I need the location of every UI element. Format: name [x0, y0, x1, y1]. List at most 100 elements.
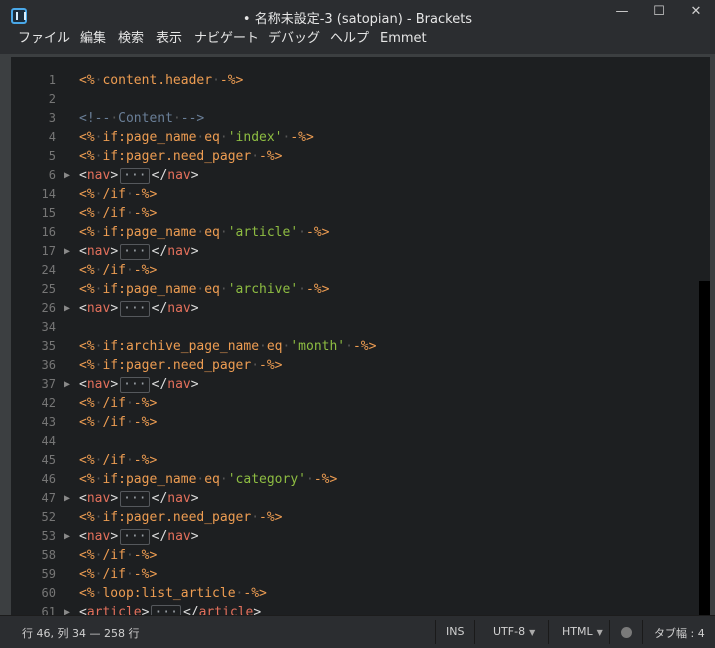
code-line[interactable]: 26 ▶ <nav> ··· </nav> — [11, 299, 699, 318]
menu-help[interactable]: ヘルプ — [330, 30, 369, 54]
minimize-button[interactable]: — — [604, 0, 640, 24]
code-editor[interactable]: 1 <%·content.header·-%> 2 3 <!--·Content·-->… — [11, 57, 710, 615]
line-code: <%·/if·-%> — [79, 413, 157, 432]
code-line[interactable]: 3 <!--·Content·--> — [11, 109, 699, 128]
line-code: <%·/if·-%> — [79, 451, 157, 470]
folded-code-marker[interactable]: ··· — [120, 528, 150, 545]
folded-code-marker[interactable]: ··· — [120, 300, 150, 317]
line-code: <%·/if·-%> — [79, 204, 157, 223]
linting-status-icon[interactable] — [621, 627, 632, 638]
fold-toggle-icon[interactable]: ▶ — [62, 375, 72, 394]
fold-toggle-icon[interactable]: ▶ — [62, 527, 72, 546]
menu-view[interactable]: 表示 — [156, 30, 182, 54]
code-line[interactable]: 4 <%·if:page_name·eq·'index'·-%> — [11, 128, 699, 147]
code-line[interactable]: 17 ▶ <nav> ··· </nav> — [11, 242, 699, 261]
code-line[interactable]: 52 <%·if:pager.need_pager·-%> — [11, 508, 699, 527]
code-line[interactable]: 2 — [11, 90, 699, 109]
insert-mode-toggle[interactable]: INS — [446, 625, 464, 638]
code-token: nav — [86, 529, 111, 544]
code-line[interactable]: 60 <%·loop:list_article·-%> — [11, 584, 699, 603]
chevron-down-icon: ▼ — [529, 628, 536, 637]
close-button[interactable]: ✕ — [678, 0, 714, 24]
code-token: -%> — [306, 282, 330, 297]
folded-code-marker[interactable]: ··· — [120, 167, 150, 184]
fold-toggle-icon[interactable]: ▶ — [62, 603, 72, 615]
line-number: 61 — [41, 605, 56, 615]
code-token: · — [125, 263, 134, 278]
code-token: -%> — [133, 206, 158, 221]
code-token: · — [219, 225, 228, 240]
code-token: > — [190, 168, 199, 183]
line-code: <nav> ··· </nav> — [79, 375, 199, 394]
code-token: /if — [102, 453, 126, 468]
menu-emmet[interactable]: Emmet — [380, 30, 427, 54]
code-line[interactable]: 14 <%·/if·-%> — [11, 185, 699, 204]
code-line[interactable]: 44 — [11, 432, 699, 451]
code-token: nav — [86, 244, 111, 259]
code-token: <% — [79, 187, 95, 202]
menu-file[interactable]: ファイル — [18, 30, 70, 54]
folded-code-marker[interactable]: ··· — [120, 376, 150, 393]
code-token: < — [79, 244, 87, 259]
menu-find[interactable]: 検索 — [118, 30, 144, 54]
fold-toggle-icon[interactable]: ▶ — [62, 166, 72, 185]
menu-edit[interactable]: 編集 — [80, 30, 106, 54]
code-token: > — [190, 377, 199, 392]
code-token: · — [251, 510, 260, 525]
line-number: 24 — [41, 263, 56, 277]
line-number: 6 — [48, 168, 56, 182]
code-token: eq — [204, 130, 220, 145]
code-token: · — [298, 225, 306, 240]
code-line[interactable]: 46 <%·if:page_name·eq·'category'·-%> — [11, 470, 699, 489]
line-number: 34 — [41, 320, 56, 334]
code-line[interactable]: 42 <%·/if·-%> — [11, 394, 699, 413]
tab-size-indicator[interactable]: タブ幅 : 4 — [654, 625, 705, 641]
code-line[interactable]: 1 <%·content.header·-%> — [11, 71, 699, 90]
code-token: > — [190, 491, 199, 506]
menu-debug[interactable]: デバッグ — [268, 30, 320, 54]
code-line[interactable]: 45 <%·/if·-%> — [11, 451, 699, 470]
code-token: < — [79, 605, 87, 615]
code-line[interactable]: 58 <%·/if·-%> — [11, 546, 699, 565]
code-line[interactable]: 5 <%·if:pager.need_pager·-%> — [11, 147, 699, 166]
code-line[interactable]: 59 <%·/if·-%> — [11, 565, 699, 584]
encoding-label: UTF-8 — [493, 625, 526, 638]
code-token: nav — [167, 529, 191, 544]
folded-code-marker[interactable]: ··· — [151, 604, 181, 615]
code-line[interactable]: 36 <%·if:pager.need_pager·-%> — [11, 356, 699, 375]
code-token: · — [298, 282, 306, 297]
code-token: article — [86, 605, 142, 615]
code-line[interactable]: 25 <%·if:page_name·eq·'archive'·-%> — [11, 280, 699, 299]
code-line[interactable]: 34 — [11, 318, 699, 337]
code-token: > — [110, 244, 119, 259]
fold-toggle-icon[interactable]: ▶ — [62, 242, 72, 261]
code-line[interactable]: 15 <%·/if·-%> — [11, 204, 699, 223]
menu-navigate[interactable]: ナビゲート — [194, 30, 259, 54]
language-select[interactable]: HTML ▼ — [562, 625, 603, 638]
code-line[interactable]: 53 ▶ <nav> ··· </nav> — [11, 527, 699, 546]
encoding-select[interactable]: UTF-8 ▼ — [493, 625, 535, 638]
code-token: · — [125, 415, 134, 430]
scrollbar-thumb[interactable] — [699, 281, 710, 615]
fold-toggle-icon[interactable]: ▶ — [62, 489, 72, 508]
line-number: 15 — [41, 206, 56, 220]
code-line[interactable]: 47 ▶ <nav> ··· </nav> — [11, 489, 699, 508]
code-line[interactable]: 37 ▶ <nav> ··· </nav> — [11, 375, 699, 394]
code-token: · — [125, 567, 134, 582]
folded-code-marker[interactable]: ··· — [120, 243, 150, 260]
code-line[interactable]: 35 <%·if:archive_page_name·eq·'month'·-%> — [11, 337, 699, 356]
vertical-scrollbar[interactable] — [699, 57, 710, 615]
folded-code-marker[interactable]: ··· — [120, 490, 150, 507]
code-line[interactable]: 43 <%·/if·-%> — [11, 413, 699, 432]
code-line[interactable]: 61 ▶ <article> ··· </article> — [11, 603, 699, 615]
code-line[interactable]: 24 <%·/if·-%> — [11, 261, 699, 280]
fold-toggle-icon[interactable]: ▶ — [62, 299, 72, 318]
line-number: 26 — [41, 301, 56, 315]
line-number: 17 — [41, 244, 56, 258]
maximize-button[interactable]: ☐ — [641, 0, 677, 24]
code-line[interactable]: 6 ▶ <nav> ··· </nav> — [11, 166, 699, 185]
brackets-app-icon[interactable] — [11, 8, 27, 24]
code-token: -%> — [352, 339, 377, 354]
code-line[interactable]: 16 <%·if:page_name·eq·'article'·-%> — [11, 223, 699, 242]
line-code: <%·if:page_name·eq·'archive'·-%> — [79, 280, 329, 299]
